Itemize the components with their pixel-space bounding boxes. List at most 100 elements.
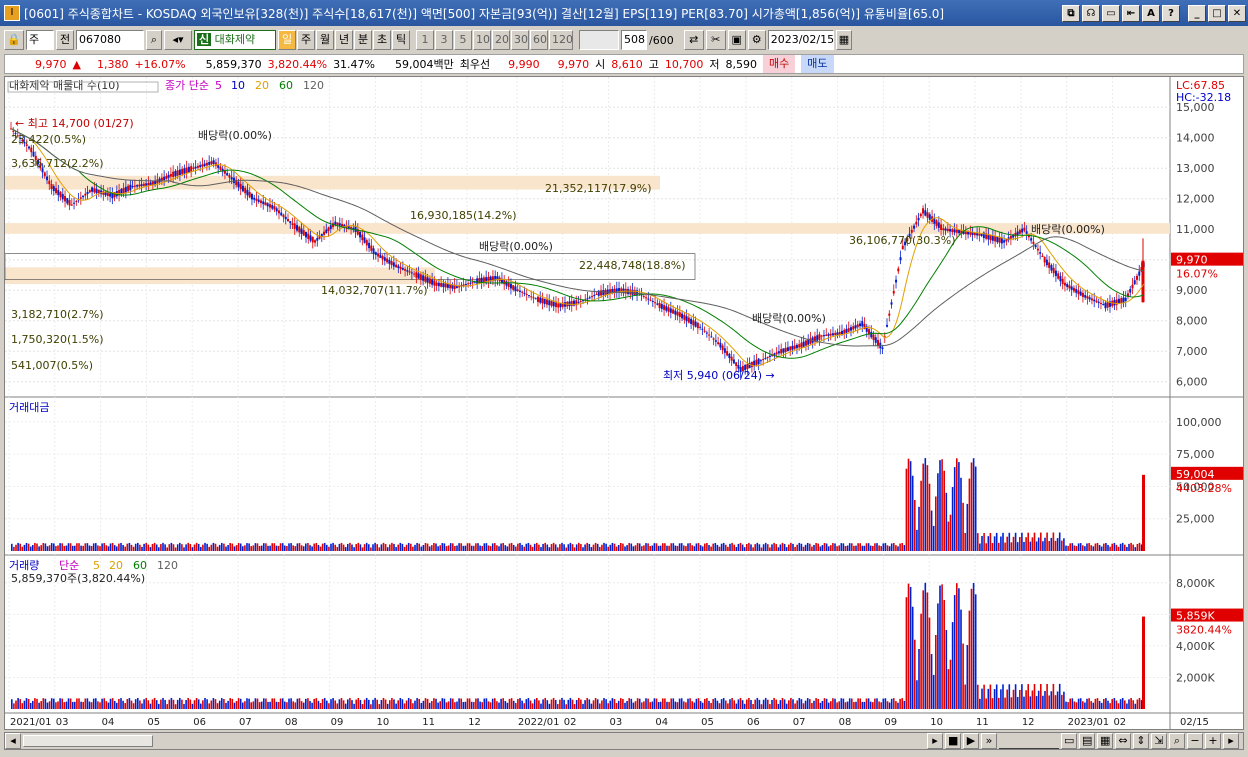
candle-body [768, 355, 771, 357]
volume-bar [519, 698, 521, 709]
period-tab-4[interactable]: 분 [354, 30, 372, 50]
search-icon[interactable]: ⌕ [146, 30, 162, 50]
period-select[interactable]: 주 [26, 30, 54, 50]
window-button-0[interactable]: ⧉ [1062, 4, 1080, 22]
count-input[interactable]: 508 [621, 30, 647, 50]
shrink-icon[interactable]: ⇕ [1133, 733, 1149, 749]
change-arrow: ▲ [72, 57, 81, 71]
stop-icon[interactable]: ■ [945, 733, 961, 749]
lock-icon[interactable]: 🔒 [4, 30, 24, 50]
volume-bar [838, 701, 840, 709]
play-icon[interactable]: ▶ [963, 733, 979, 749]
period-tab-5[interactable]: 초 [373, 30, 391, 50]
amount-bar [265, 543, 267, 551]
settings-icon[interactable]: ⚙ [747, 30, 766, 50]
volume-bar [105, 701, 108, 709]
x-tick-label: 02 [1113, 717, 1126, 728]
all-button[interactable]: 전 [56, 30, 74, 50]
stock-code-input[interactable]: 067080 [76, 30, 144, 50]
candle-body [341, 223, 344, 227]
amount-bar [500, 543, 502, 551]
expand-icon[interactable]: ⇔ [1115, 733, 1131, 749]
save-icon[interactable]: ▣ [727, 30, 746, 50]
profile-label: 3,182,710(2.7%) [11, 308, 104, 321]
scroll-left-icon[interactable]: ◂ [5, 733, 21, 749]
stock-name-field[interactable]: 신 대화제약 [194, 30, 276, 50]
volume-bar [307, 698, 309, 709]
zoom-in-icon[interactable]: + [1205, 733, 1221, 749]
window-button-3[interactable]: ⇤ [1122, 4, 1140, 22]
interval-button-5[interactable]: 30 [511, 30, 529, 50]
amount-bar [1035, 541, 1038, 551]
interval-button-4[interactable]: 20 [492, 30, 510, 50]
horizontal-scrollbar[interactable]: ◂ ▸ ■ ▶ » ▭ ▤ ▦ ⇔ ⇕ ⇲ ⌕ − + ▸ [4, 732, 1244, 750]
period-tab-6[interactable]: 틱 [392, 30, 410, 50]
sell-button[interactable]: 매도 [801, 55, 834, 73]
scroll-end-icon[interactable]: ▸ [1223, 733, 1239, 749]
date-input[interactable]: 2023/02/15 [767, 30, 834, 50]
amount-bar [649, 545, 651, 551]
period-tab-0[interactable]: 일 [278, 30, 296, 50]
candle-body [66, 198, 69, 204]
amount-bar [760, 547, 763, 551]
split-icon[interactable]: ▤ [1079, 733, 1095, 749]
volume-bar [599, 703, 601, 709]
period-tab-1[interactable]: 주 [297, 30, 315, 50]
amount-bar [189, 544, 192, 551]
window-button-2[interactable]: ▭ [1102, 4, 1120, 22]
volume-bar [187, 697, 189, 709]
tool-icon[interactable]: ✂ [705, 30, 726, 50]
scroll-thumb[interactable] [23, 735, 153, 747]
amount-bar [225, 546, 227, 551]
fast-forward-icon[interactable]: » [981, 733, 997, 749]
volume-bar [907, 583, 910, 709]
window-button-7[interactable]: □ [1208, 4, 1226, 22]
amount-bar [120, 542, 122, 551]
x-tick-label: 08 [839, 717, 852, 728]
calendar-icon[interactable]: ▦ [835, 30, 852, 50]
interval-button-1[interactable]: 3 [435, 30, 453, 50]
candle-body [383, 257, 386, 261]
volume-bar [181, 699, 183, 709]
amount-bar [1061, 540, 1063, 551]
grid-icon[interactable]: ▦ [1097, 733, 1113, 749]
volume-bar [218, 700, 221, 709]
period-tab-2[interactable]: 월 [316, 30, 334, 50]
interval-button-6[interactable]: 60 [530, 30, 548, 50]
volume-pct: 3,820.44% [267, 57, 328, 71]
window-button-5[interactable]: ? [1162, 4, 1180, 22]
window-button-6[interactable]: _ [1188, 4, 1206, 22]
window-button-8[interactable]: ✕ [1228, 4, 1246, 22]
amount-bar [454, 545, 456, 551]
interval-button-0[interactable]: 1 [416, 30, 434, 50]
interval-button-2[interactable]: 5 [454, 30, 472, 50]
zoom-out-icon[interactable]: − [1187, 733, 1203, 749]
window-button-1[interactable]: ☊ [1082, 4, 1100, 22]
interval-button-7[interactable]: 120 [549, 30, 573, 50]
zoom-slider[interactable] [999, 733, 1059, 749]
window-button-4[interactable]: A [1142, 4, 1160, 22]
stock-chart[interactable]: 15,00014,00013,00012,00011,00010,0009,00… [4, 77, 1243, 729]
scroll-right-icon[interactable]: ▸ [927, 733, 943, 749]
amount-bar [718, 546, 721, 551]
candle-body [163, 176, 166, 180]
candle-body [1061, 278, 1064, 285]
volume-bar [32, 700, 34, 709]
volume-bar [922, 590, 924, 709]
interval-input[interactable] [579, 30, 619, 50]
speaker-icon[interactable]: ◂▾ [164, 30, 192, 50]
chart-area[interactable]: 15,00014,00013,00012,00011,00010,0009,00… [4, 76, 1244, 730]
buy-button[interactable]: 매수 [763, 55, 796, 73]
zoom-icon[interactable]: ⌕ [1169, 733, 1185, 749]
fit-icon[interactable]: ⇲ [1151, 733, 1167, 749]
layout-icon[interactable]: ▭ [1061, 733, 1077, 749]
amount-bar [107, 546, 110, 551]
amount-bar [212, 542, 215, 551]
amount-bar [827, 546, 830, 551]
amount-bar [512, 544, 515, 551]
interval-button-3[interactable]: 10 [473, 30, 491, 50]
amount-bar [443, 543, 446, 551]
chart-type-icon[interactable]: ⇄ [683, 30, 704, 50]
period-tab-3[interactable]: 년 [335, 30, 353, 50]
candle-body [350, 227, 353, 229]
